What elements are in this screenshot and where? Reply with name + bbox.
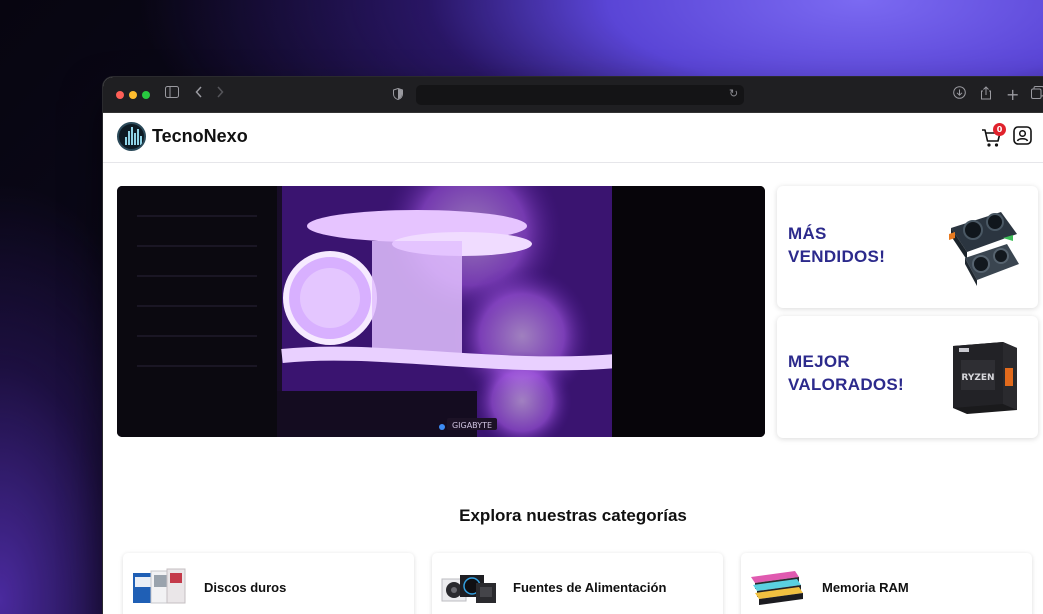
carousel-indicator[interactable] [439, 424, 445, 430]
address-bar[interactable] [416, 85, 744, 105]
ryzen-cpu-box-image: RYZEN [953, 342, 1017, 414]
category-ram[interactable]: Memoria RAM [741, 553, 1032, 614]
category-label: Discos duros [204, 580, 287, 595]
user-account-icon[interactable] [1013, 126, 1032, 145]
tab-overview-icon[interactable] [1031, 86, 1043, 105]
minimize-window-button[interactable] [129, 91, 137, 99]
top-rated-line1: MEJOR [788, 352, 850, 371]
category-power-supplies[interactable]: Fuentes de Alimentación [432, 553, 723, 614]
brand-logo-icon[interactable] [117, 122, 146, 151]
best-sellers-card[interactable]: MÁS VENDIDOS! [777, 186, 1038, 308]
gpu-brand-text: GIGABYTE [452, 421, 492, 430]
category-label: Memoria RAM [822, 580, 909, 595]
categories-heading: Explora nuestras categorías [459, 506, 687, 525]
browser-window: ↻ + TecnoNexo 0 GIGABYTE MÁS VENDIDOS! M… [103, 77, 1043, 614]
ram-modules-icon [751, 571, 803, 605]
brand-name[interactable]: TecnoNexo [152, 126, 248, 147]
pc-build-image: GIGABYTE [117, 186, 765, 437]
top-rated-line2: VALORADOS! [788, 375, 905, 394]
back-icon[interactable] [195, 86, 203, 104]
reload-icon[interactable]: ↻ [729, 87, 738, 100]
graphics-card-image [949, 212, 1019, 286]
hero-banner[interactable]: GIGABYTE [117, 186, 765, 437]
best-sellers-label: MÁS VENDIDOS! [788, 222, 928, 268]
cart-count-badge: 0 [993, 123, 1006, 136]
browser-toolbar: ↻ + [103, 77, 1043, 113]
privacy-shield-icon[interactable] [393, 88, 403, 100]
forward-icon[interactable] [216, 86, 224, 104]
download-icon[interactable] [953, 86, 966, 105]
top-rated-card[interactable]: MEJOR VALORADOS! RYZEN [777, 316, 1038, 438]
new-tab-icon[interactable]: + [1006, 86, 1019, 104]
top-rated-label: MEJOR VALORADOS! [788, 350, 928, 396]
share-icon[interactable] [980, 86, 992, 106]
best-sellers-line1: MÁS [788, 224, 827, 243]
category-label: Fuentes de Alimentación [513, 580, 667, 595]
site-header: TecnoNexo 0 [103, 113, 1043, 163]
sidebar-toggle-icon[interactable] [165, 86, 179, 104]
hard-drive-icon [133, 568, 186, 604]
maximize-window-button[interactable] [142, 91, 150, 99]
best-sellers-line2: VENDIDOS! [788, 247, 886, 266]
close-window-button[interactable] [116, 91, 124, 99]
power-supply-icon [441, 575, 496, 603]
category-hard-drives[interactable]: Discos duros [123, 553, 414, 614]
svg-text:RYZEN: RYZEN [961, 373, 994, 383]
